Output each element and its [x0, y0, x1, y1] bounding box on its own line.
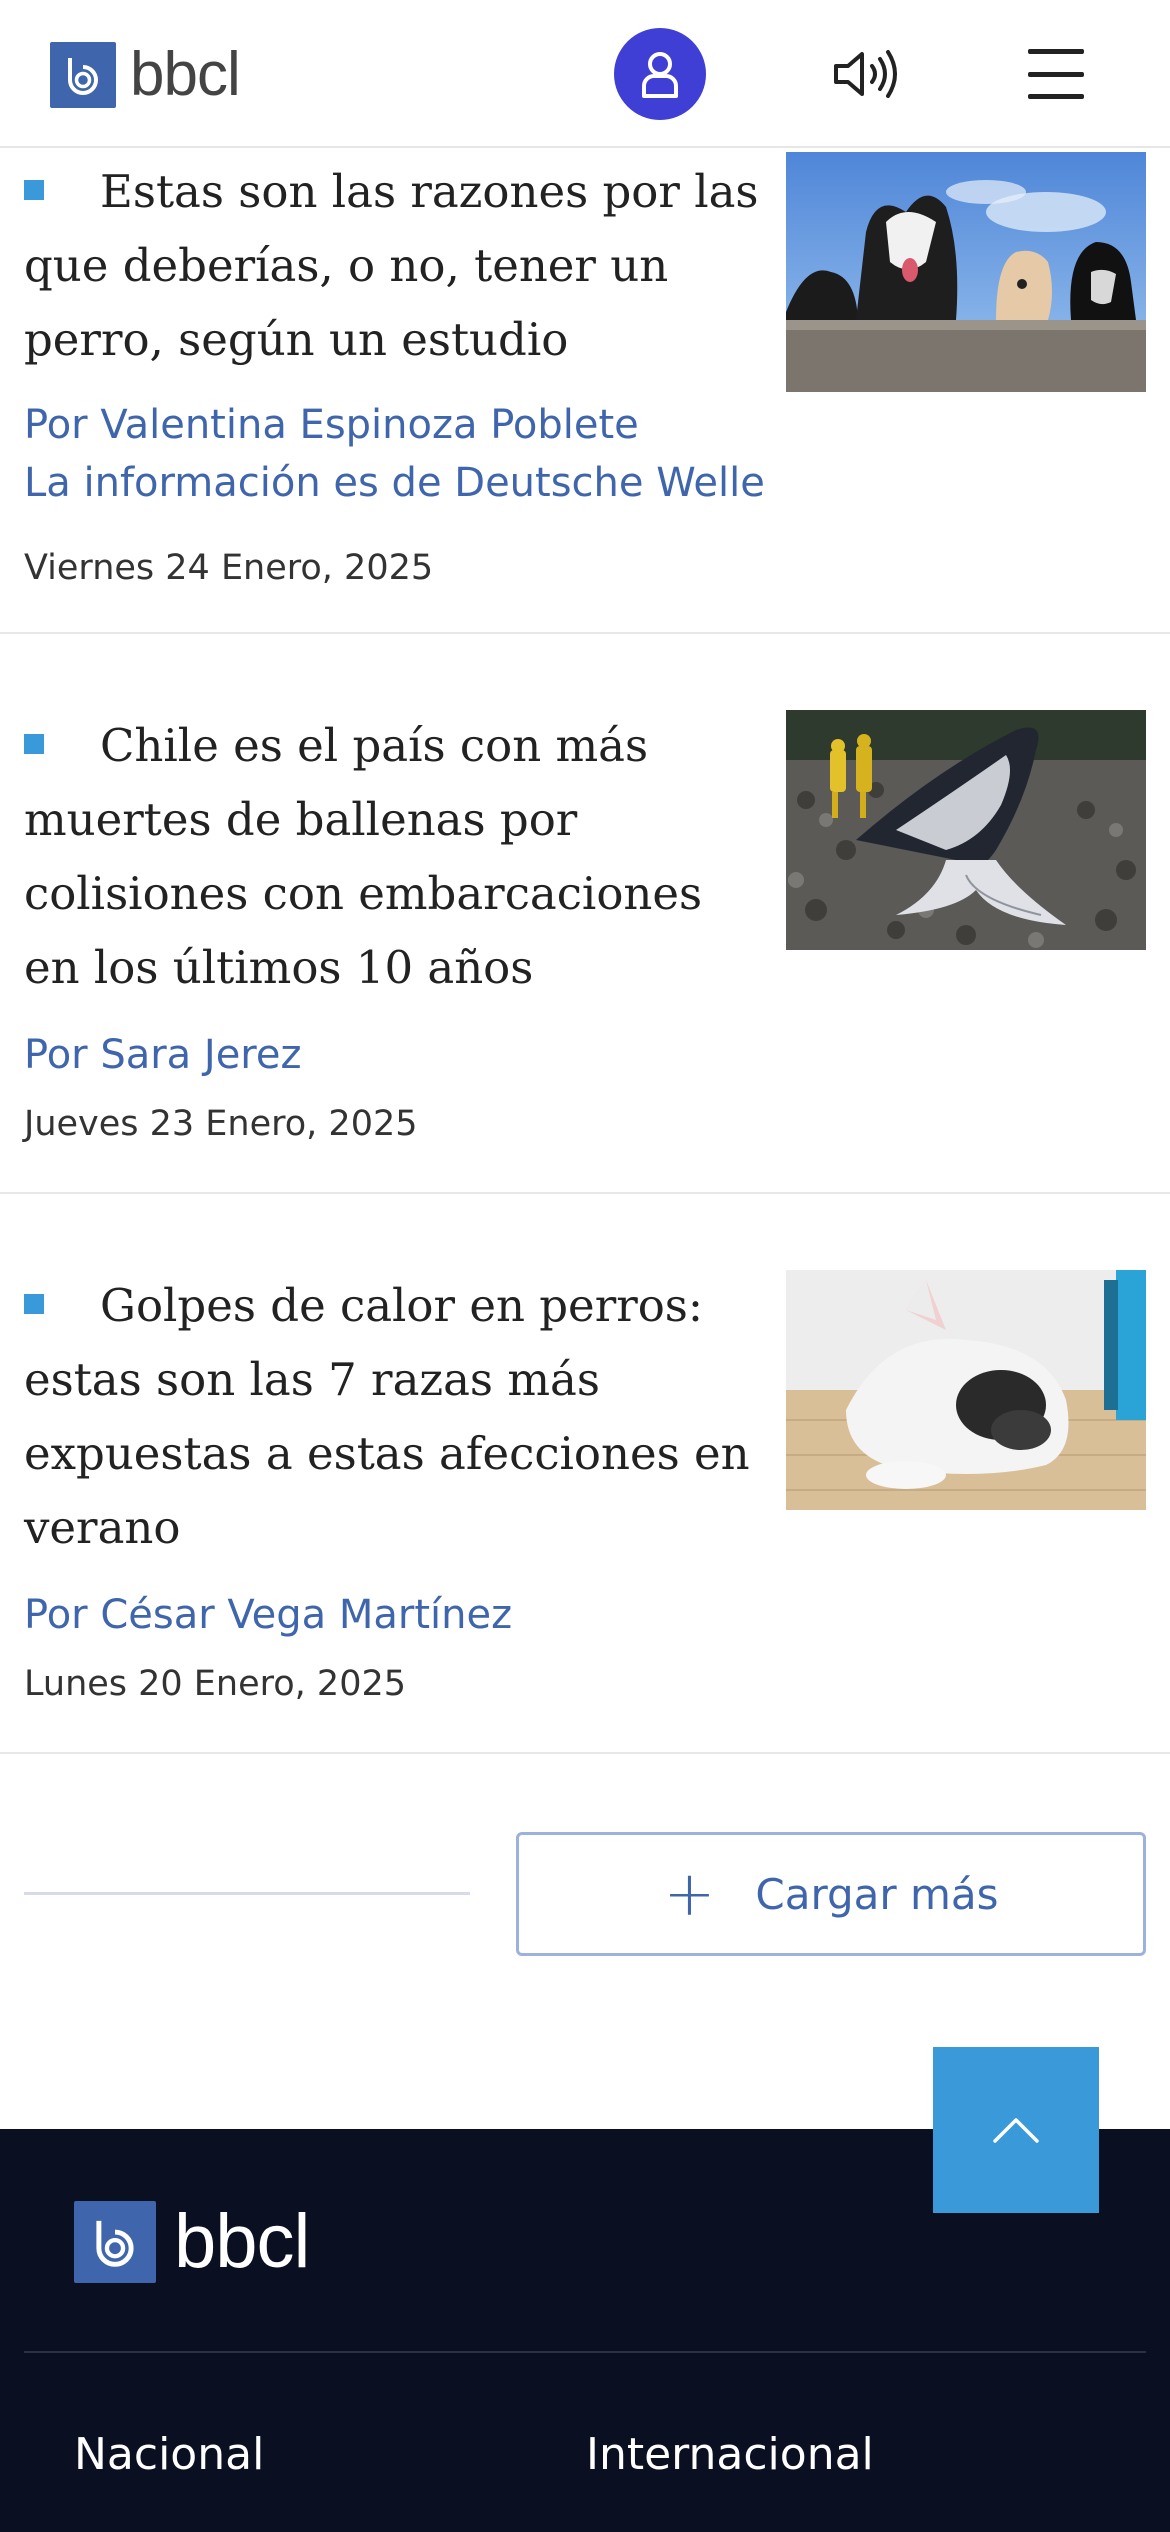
- bullet-icon: [24, 733, 44, 754]
- article-card[interactable]: Chile es el país con más muertes de ball…: [0, 634, 1170, 1194]
- user-account-button[interactable]: [614, 28, 706, 120]
- bullet-icon: [24, 179, 44, 200]
- plus-icon: +: [663, 1857, 716, 1930]
- article-author[interactable]: Por Sara Jerez: [24, 1026, 784, 1084]
- footer-logo[interactable]: bbcl: [74, 2199, 310, 2284]
- menu-icon-line: [1028, 94, 1084, 99]
- back-to-top-button[interactable]: [933, 2047, 1099, 2213]
- article-author[interactable]: Por Valentina Espinoza Poblete: [24, 396, 784, 454]
- logo-mark-icon: [74, 2201, 156, 2283]
- site-logo[interactable]: bbcl: [50, 40, 241, 109]
- load-more-divider: [24, 1892, 470, 1895]
- article-title[interactable]: Golpes de calor en perros: estas son las…: [24, 1269, 764, 1565]
- footer-link-nacional[interactable]: Nacional: [74, 2429, 264, 2480]
- article-date: Lunes 20 Enero, 2025: [24, 1664, 406, 1704]
- user-icon: [642, 52, 678, 98]
- audio-button[interactable]: [830, 42, 902, 106]
- article-thumbnail[interactable]: [786, 152, 1146, 392]
- article-title[interactable]: Chile es el país con más muertes de ball…: [24, 709, 764, 1005]
- chevron-up-icon: [993, 2118, 1039, 2143]
- menu-icon-line: [1028, 49, 1084, 54]
- footer-divider: [24, 2351, 1146, 2353]
- speaker-icon: [834, 50, 897, 98]
- article-source: La información es de Deutsche Welle: [24, 460, 765, 506]
- logo-text: bbcl: [130, 40, 241, 109]
- article-author[interactable]: Por César Vega Martínez: [24, 1586, 784, 1644]
- top-header: bbcl: [0, 0, 1170, 148]
- menu-button[interactable]: [1024, 46, 1088, 102]
- article-date: Jueves 23 Enero, 2025: [24, 1104, 418, 1144]
- footer-logo-text: bbcl: [174, 2199, 310, 2284]
- bullet-icon: [24, 1293, 44, 1314]
- load-more-button[interactable]: + Cargar más: [516, 1832, 1146, 1956]
- menu-icon-line: [1028, 71, 1084, 77]
- load-more-label: Cargar más: [755, 1869, 999, 1919]
- footer-link-internacional[interactable]: Internacional: [586, 2429, 874, 2480]
- article-card[interactable]: Golpes de calor en perros: estas son las…: [0, 1194, 1170, 1754]
- logo-mark-icon: [50, 42, 116, 108]
- article-card[interactable]: Estas son las razones por las que deberí…: [0, 148, 1170, 634]
- article-thumbnail[interactable]: [786, 1270, 1146, 1510]
- article-title[interactable]: Estas son las razones por las que deberí…: [24, 155, 764, 377]
- article-date: Viernes 24 Enero, 2025: [24, 548, 434, 588]
- article-thumbnail[interactable]: [786, 710, 1146, 950]
